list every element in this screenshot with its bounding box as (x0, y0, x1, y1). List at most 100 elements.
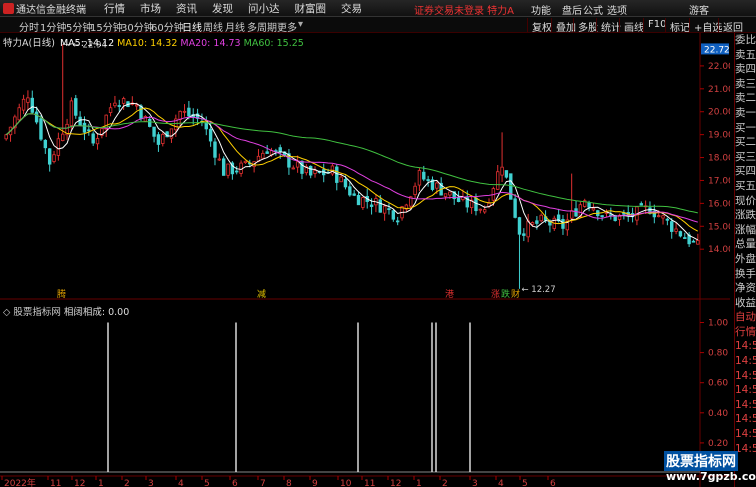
candle (217, 153, 222, 162)
side-panel-label: 委比 (735, 34, 756, 46)
candle (661, 214, 665, 225)
candle (4, 133, 8, 141)
menu-market-quotes[interactable]: 行情 (104, 1, 125, 16)
indicator-name[interactable]: 股票指标网 (13, 307, 61, 318)
tab-30min[interactable]: 30分钟 (121, 19, 154, 34)
draw-button[interactable]: 画线 (619, 18, 644, 34)
tab-timeshare[interactable]: 分时 (19, 19, 39, 34)
menu-trade[interactable]: 交易 (341, 1, 362, 16)
menu-discover[interactable]: 发现 (212, 1, 233, 16)
candle (404, 203, 409, 212)
side-panel-label: 总量 (735, 238, 756, 251)
event-marker[interactable]: 港 (445, 288, 454, 300)
stats-button[interactable]: 统计 (596, 18, 621, 34)
login-notice[interactable]: 证券交易未登录 特力A (414, 2, 514, 17)
date-axis-label: 11 (364, 479, 375, 487)
ma60-value: MA60: 15.25 (243, 38, 304, 49)
price-axis-label: 22.00 (708, 62, 730, 72)
candle (443, 193, 448, 201)
tab-5min[interactable]: 5分钟 (66, 19, 92, 34)
stock-name: 特力A (3, 38, 29, 49)
candle (156, 131, 161, 152)
menu-after-hours[interactable]: 盘后 (562, 2, 582, 17)
side-panel-label: 净资 (735, 282, 756, 295)
candle (604, 209, 609, 217)
date-axis-label: 11 (50, 479, 61, 487)
ma20-line (5, 113, 698, 223)
candle (213, 138, 217, 166)
candle (47, 148, 52, 172)
candle (509, 173, 513, 200)
date-axis-label: 5 (522, 479, 528, 487)
indicator-axis-label: 0.80 (708, 349, 728, 359)
event-marker[interactable]: 财 (511, 288, 520, 300)
candle (95, 133, 100, 150)
menu-market[interactable]: 市场 (140, 1, 161, 16)
multi-stock-button[interactable]: 多股 (573, 18, 598, 34)
menu-wealth[interactable]: 财富圈 (295, 1, 327, 16)
side-panel-label: 14:5 (735, 428, 756, 441)
candle (683, 232, 687, 239)
menu-ask[interactable]: 问小达 (248, 1, 280, 16)
candle (387, 203, 391, 215)
event-marker[interactable]: 减 (257, 288, 266, 300)
candle (243, 160, 248, 164)
tab-daily[interactable]: 日线 (182, 19, 202, 34)
event-marker[interactable]: 涨 (491, 289, 500, 300)
date-axis-label: 12 (390, 479, 401, 487)
menu-function[interactable]: 功能 (531, 2, 551, 17)
watermark: 股票指标网 www.7gpzb.com (664, 451, 756, 485)
side-panel-label: 买一 (735, 121, 756, 134)
candle (78, 111, 82, 127)
candle (30, 90, 34, 114)
side-panel-label: 卖三 (735, 77, 756, 90)
candle (583, 198, 587, 208)
menu-formula[interactable]: 公式 (583, 2, 603, 17)
tab-1min[interactable]: 1分钟 (40, 19, 66, 34)
date-axis-label: 12 (74, 479, 85, 487)
event-marker[interactable]: 跌 (501, 289, 510, 300)
menu-options[interactable]: 选项 (607, 2, 627, 17)
side-panel-label: 14:5 (735, 369, 756, 382)
indicator-info-line: ◇ 股票指标网 相阔相成: 0.00 (3, 304, 129, 318)
date-axis-label: 4 (498, 479, 504, 487)
side-panel-label: 卖二 (735, 92, 756, 105)
candle (91, 131, 95, 146)
ma5-value: MA5: 14.12 (59, 38, 115, 49)
candlestick-series (4, 44, 700, 289)
candle (670, 218, 674, 239)
back-button[interactable]: 返回 (718, 18, 743, 34)
tab-weekly[interactable]: 周线 (203, 19, 223, 34)
candle (678, 230, 683, 238)
candle (313, 166, 317, 178)
candle (395, 216, 400, 226)
tab-15min[interactable]: 15分钟 (90, 19, 123, 34)
mark-button[interactable]: 标记 (665, 18, 690, 34)
tab-multi-period[interactable]: 多周期 (247, 19, 277, 34)
event-marker[interactable]: 腾 (57, 288, 66, 300)
adjust-button[interactable]: 复权 (527, 18, 552, 34)
f10-button[interactable]: F10 (643, 18, 666, 32)
quote-side-panel: 委比 卖五 卖四 卖三 卖二 卖一 买一 买二 买三 买四 买五 现价 涨跌 涨幅 总量 外盘 换手 净资 收益 自动… (734, 33, 756, 487)
candle (152, 126, 156, 143)
candle (69, 97, 74, 130)
date-axis-label: 10 (340, 479, 352, 487)
candle (43, 139, 48, 154)
menu-guest[interactable]: 游客 (689, 2, 709, 17)
side-panel-label: 现价 (735, 194, 756, 207)
candle (348, 182, 352, 197)
menu-news[interactable]: 资讯 (176, 1, 197, 16)
tab-monthly[interactable]: 月线 (225, 19, 245, 34)
more-dropdown-icon[interactable]: ▾ (298, 19, 303, 30)
candle (413, 182, 417, 199)
price-axis-label: 15.00 (708, 222, 730, 232)
tab-more[interactable]: 更多 (277, 19, 297, 34)
candle (322, 163, 326, 183)
indicator-icon[interactable]: ◇ (3, 307, 10, 318)
price-axis-label: 21.00 (708, 85, 730, 95)
kline-chart[interactable]: 22.0021.0020.0019.0018.0017.0016.0015.00… (0, 33, 730, 487)
tab-60min[interactable]: 60分钟 (151, 19, 184, 34)
side-panel-label: 14:5 (735, 340, 756, 353)
candle (496, 165, 500, 191)
candle (478, 208, 483, 214)
